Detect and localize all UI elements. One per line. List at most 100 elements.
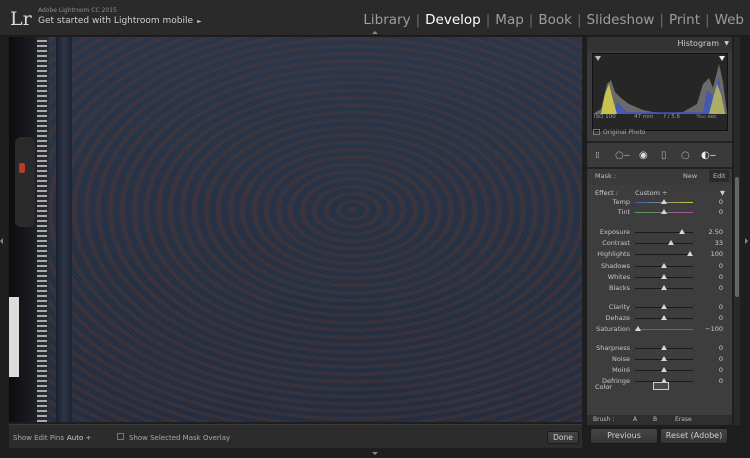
slider-thumb[interactable] xyxy=(668,240,674,245)
slider-track[interactable] xyxy=(635,243,693,244)
mobile-link-label[interactable]: Get started with Lightroom mobile xyxy=(38,16,193,26)
mask-edit-button[interactable]: Edit xyxy=(709,170,729,182)
slider-thumb[interactable] xyxy=(661,274,667,279)
slider-row: Moiré 0 xyxy=(587,365,732,375)
slider-value[interactable]: 0 xyxy=(719,273,723,281)
brush-a-tab[interactable]: A xyxy=(633,416,637,423)
crop-overlay-icon[interactable]: ⁞⁞ xyxy=(595,151,600,161)
slider-thumb[interactable] xyxy=(661,285,667,290)
slider-thumb[interactable] xyxy=(661,356,667,361)
mask-row: Mask : New Edit xyxy=(587,170,732,182)
color-swatch[interactable] xyxy=(653,382,669,390)
slider-label: Whites xyxy=(607,273,630,281)
slider-row: Exposure 2.50 xyxy=(587,227,732,237)
slider-row: Contrast 33 xyxy=(587,238,732,248)
scrollbar-thumb[interactable] xyxy=(735,177,739,297)
clip-warning-left xyxy=(595,56,601,61)
reset-button[interactable]: Reset (Adobe) xyxy=(660,428,728,444)
effect-dropdown[interactable]: Custom ÷ xyxy=(635,189,667,197)
divider xyxy=(587,141,732,143)
slider-value[interactable]: 0 xyxy=(719,314,723,322)
slider-label: Exposure xyxy=(599,228,630,236)
mask-new-button[interactable]: New xyxy=(683,172,697,180)
collapse-icon[interactable]: ▼ xyxy=(724,40,729,47)
separator: | xyxy=(485,12,491,28)
slider-thumb[interactable] xyxy=(661,345,667,350)
slider-value[interactable]: 0 xyxy=(719,303,723,311)
top-panel-arrow-icon[interactable] xyxy=(372,31,378,34)
right-panel-arrow-icon[interactable] xyxy=(745,238,748,244)
module-slideshow[interactable]: Slideshow xyxy=(587,12,655,28)
spot-removal-icon[interactable]: ○‒ xyxy=(615,151,630,161)
slider-thumb[interactable] xyxy=(661,367,667,372)
mask-overlay-label[interactable]: Show Selected Mask Overlay xyxy=(129,434,230,442)
mask-edit-label[interactable]: Edit xyxy=(713,172,726,180)
slider-value[interactable]: 0 xyxy=(719,262,723,270)
panel-scrollbar[interactable] xyxy=(734,37,740,425)
photo-seam xyxy=(56,37,72,422)
module-book[interactable]: Book xyxy=(538,12,572,28)
module-web[interactable]: Web xyxy=(715,12,744,28)
focal-value: 47 mm xyxy=(634,114,654,120)
module-library[interactable]: Library xyxy=(363,12,410,28)
color-label: Color xyxy=(595,383,612,391)
left-panel-arrow-icon[interactable] xyxy=(0,238,3,244)
slider-thumb[interactable] xyxy=(661,263,667,268)
slider-value[interactable]: −100 xyxy=(705,325,723,333)
slider-row: Whites 0 xyxy=(587,272,732,282)
brush-label: Brush : xyxy=(593,416,615,423)
slider-value[interactable]: 0 xyxy=(719,198,723,206)
mask-overlay-checkbox[interactable] xyxy=(117,433,124,440)
slider-track[interactable] xyxy=(635,329,693,330)
adjustment-panel: Effect : Custom ÷ ▼ Temp 0 Tint 0 Exposure 2.… xyxy=(587,185,732,415)
slider-row: Noise 0 xyxy=(587,354,732,364)
slider-thumb[interactable] xyxy=(679,229,685,234)
slider-value[interactable]: 0 xyxy=(719,344,723,352)
slider-thumb[interactable] xyxy=(635,326,641,331)
slider-row: Clarity 0 xyxy=(587,302,732,312)
slider-value[interactable]: 0 xyxy=(719,355,723,363)
slider-thumb[interactable] xyxy=(687,251,693,256)
module-print[interactable]: Print xyxy=(669,12,700,28)
adjustment-brush-icon[interactable]: ◐‒ xyxy=(701,151,716,161)
slider-value[interactable]: 2.50 xyxy=(709,228,723,236)
effect-collapse-icon[interactable]: ▼ xyxy=(720,189,725,197)
photo-canvas[interactable] xyxy=(9,37,582,422)
color-row: Color xyxy=(595,382,727,391)
bottom-panel-arrow-icon[interactable] xyxy=(372,452,378,455)
right-panel: Histogram ▼ ISO 100 47 mm f / 5.6 ¹⁄₂₀₀ … xyxy=(586,37,732,425)
radial-filter-icon[interactable]: ○ xyxy=(681,151,690,161)
module-develop[interactable]: Develop xyxy=(425,12,481,28)
photo-fabric xyxy=(9,37,582,422)
slider-value[interactable]: 0 xyxy=(719,284,723,292)
panel-buttons: Previous Reset (Adobe) xyxy=(586,426,732,448)
separator: | xyxy=(528,12,534,28)
slider-thumb[interactable] xyxy=(661,304,667,309)
mobile-link[interactable]: Get started with Lightroom mobile ► xyxy=(38,16,202,26)
photo-zipper xyxy=(37,37,47,422)
slider-thumb[interactable] xyxy=(661,209,667,214)
slider-row: Shadows 0 xyxy=(587,261,732,271)
slider-value[interactable]: 0 xyxy=(719,208,723,216)
slider-value[interactable]: 100 xyxy=(711,250,723,258)
slider-value[interactable]: 33 xyxy=(715,239,723,247)
original-photo-label: Original Photo xyxy=(603,129,646,136)
slider-thumb[interactable] xyxy=(661,315,667,320)
effect-label: Effect : xyxy=(595,189,618,197)
slider-value[interactable]: 0 xyxy=(719,366,723,374)
red-eye-icon[interactable]: ◉ xyxy=(639,151,648,161)
mask-label: Mask : xyxy=(595,172,616,180)
done-button[interactable]: Done xyxy=(547,431,579,444)
graduated-filter-icon[interactable]: ▯ xyxy=(661,151,667,161)
brush-b-tab[interactable]: B xyxy=(653,416,657,423)
brush-erase-tab[interactable]: Erase xyxy=(675,416,692,423)
previous-button[interactable]: Previous xyxy=(590,428,658,444)
play-icon: ► xyxy=(197,18,202,25)
module-map[interactable]: Map xyxy=(495,12,524,28)
histogram-header[interactable]: Histogram ▼ xyxy=(587,37,732,51)
slider-label: Temp xyxy=(612,198,630,206)
slider-thumb[interactable] xyxy=(661,199,667,204)
slider-track[interactable] xyxy=(635,254,693,255)
edit-pins-dropdown[interactable]: Auto ÷ xyxy=(67,434,91,442)
brush-row: Brush : A B Erase xyxy=(587,415,732,425)
